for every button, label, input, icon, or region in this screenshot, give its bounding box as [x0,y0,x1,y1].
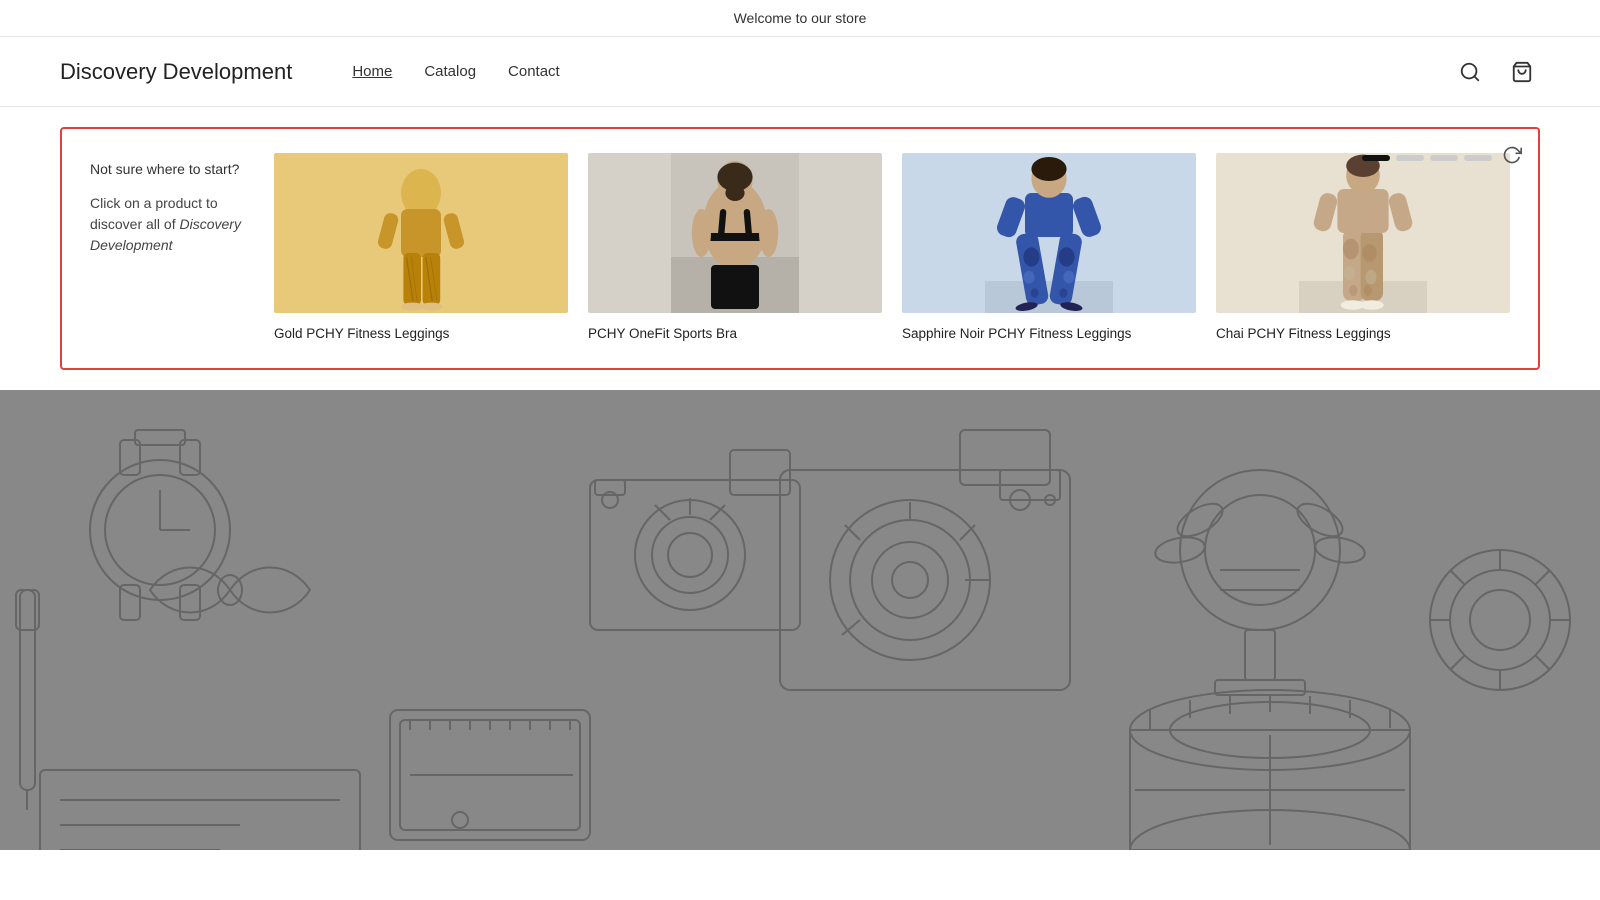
cart-icon [1511,61,1533,83]
carousel-refresh-button[interactable] [1502,145,1522,170]
product-carousel-section: Not sure where to start? Click on a prod… [60,127,1540,370]
main-nav: Home Catalog Contact [352,63,1452,80]
product-name-2: PCHY OneFit Sports Bra [588,325,882,344]
refresh-icon [1502,145,1522,165]
header-icons [1452,54,1540,90]
main-content: Not sure where to start? Click on a prod… [0,127,1600,850]
carousel-inner: Not sure where to start? Click on a prod… [90,153,1510,344]
announcement-text: Welcome to our store [734,10,867,26]
product-name-1: Gold PCHY Fitness Leggings [274,325,568,344]
product-card-1[interactable]: Gold PCHY Fitness Leggings [274,153,568,344]
nav-home[interactable]: Home [352,63,392,80]
product-image-4 [1216,153,1510,313]
product-4-image-svg [1216,153,1510,313]
products-grid: Gold PCHY Fitness Leggings [274,153,1510,344]
nav-catalog[interactable]: Catalog [424,63,476,80]
cart-button[interactable] [1504,54,1540,90]
product-card-4[interactable]: Chai PCHY Fitness Leggings [1216,153,1510,344]
click-description: Click on a product to discover all of Di… [90,193,250,256]
not-sure-text: Not sure where to start? [90,161,250,177]
pattern-svg [0,390,1600,850]
product-1-image-svg [274,153,568,313]
product-image-3 [902,153,1196,313]
product-card-2[interactable]: PCHY OneFit Sports Bra [588,153,882,344]
product-3-image-svg [902,153,1196,313]
carousel-dot-3[interactable] [1430,155,1458,161]
carousel-controls [1362,145,1522,170]
search-button[interactable] [1452,54,1488,90]
product-card-3[interactable]: Sapphire Noir PCHY Fitness Leggings [902,153,1196,344]
nav-contact[interactable]: Contact [508,63,560,80]
site-logo[interactable]: Discovery Development [60,59,292,85]
product-name-4: Chai PCHY Fitness Leggings [1216,325,1510,344]
product-2-image-svg [588,153,882,313]
carousel-dot-4[interactable] [1464,155,1492,161]
product-image-2 [588,153,882,313]
header: Discovery Development Home Catalog Conta… [0,37,1600,107]
carousel-dot-2[interactable] [1396,155,1424,161]
carousel-description: Not sure where to start? Click on a prod… [90,153,250,256]
carousel-dot-1[interactable] [1362,155,1390,161]
search-icon [1459,61,1481,83]
announcement-bar: Welcome to our store [0,0,1600,37]
background-pattern-section [0,390,1600,850]
product-image-1 [274,153,568,313]
product-name-3: Sapphire Noir PCHY Fitness Leggings [902,325,1196,344]
